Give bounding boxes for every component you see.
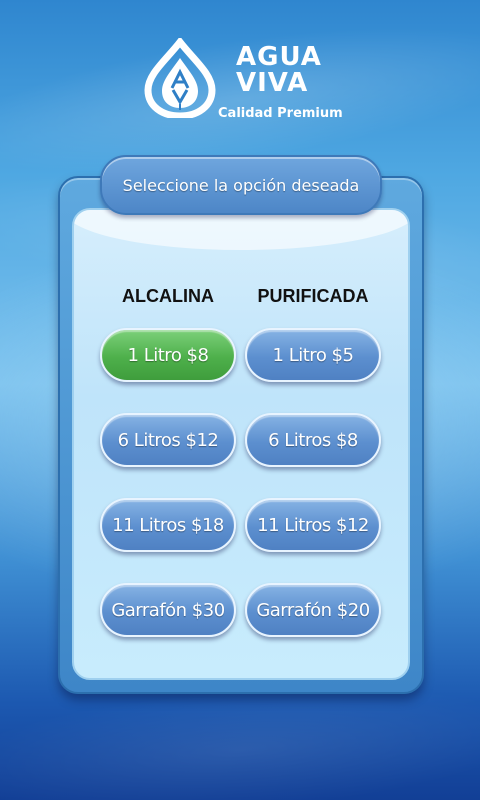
option-purificada-1-litro-button[interactable]: 1 Litro $5 bbox=[245, 328, 381, 382]
brand-name: AGUA VIVA bbox=[236, 44, 322, 96]
option-purificada-11-litros-button[interactable]: 11 Litros $12 bbox=[245, 498, 381, 552]
water-drop-logo-icon bbox=[144, 38, 216, 118]
option-alcalina-11-litros-button[interactable]: 11 Litros $18 bbox=[100, 498, 236, 552]
column-header-purificada: PURIFICADA bbox=[257, 286, 369, 306]
panel-title: Seleccione la opción deseada bbox=[100, 155, 382, 215]
option-alcalina-1-litro-button[interactable]: 1 Litro $8 bbox=[100, 328, 236, 382]
brand-tagline: Calidad Premium bbox=[218, 106, 343, 121]
option-alcalina-garrafon-button[interactable]: Garrafón $30 bbox=[100, 583, 236, 637]
option-purificada-garrafon-button[interactable]: Garrafón $20 bbox=[245, 583, 381, 637]
option-alcalina-6-litros-button[interactable]: 6 Litros $12 bbox=[100, 413, 236, 467]
brand-logo: AGUA VIVA Calidad Premium bbox=[142, 38, 352, 128]
column-header-alcalina: ALCALINA bbox=[122, 286, 214, 306]
brand-name-line2: VIVA bbox=[236, 68, 309, 98]
option-purificada-6-litros-button[interactable]: 6 Litros $8 bbox=[245, 413, 381, 467]
